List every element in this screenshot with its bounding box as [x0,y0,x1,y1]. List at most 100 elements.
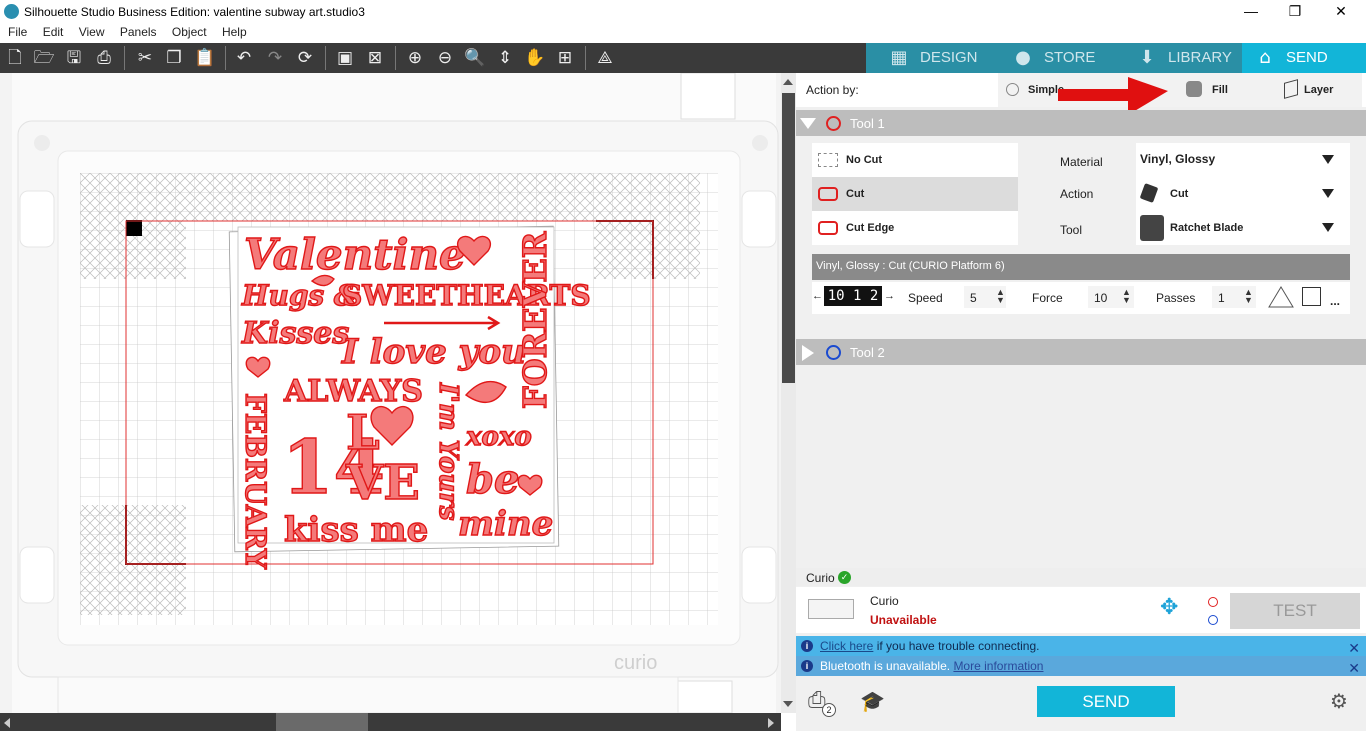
click-here-link[interactable]: Click here [820,639,873,653]
material-select[interactable]: Vinyl, Glossy [1136,143,1350,177]
horizontal-scrollbar[interactable] [0,713,781,731]
stepper-icon[interactable]: ▲ ▼ [996,288,1005,305]
new-file-icon[interactable]: 🗋 [4,47,26,69]
send-icon: ⌂ [1259,47,1271,68]
design-word: Kisses [241,316,349,351]
toolbar: 🗋 🗁 🖫 ⎙ ✂ ❐ 📋 ↶ ↷ ⟳ ▣ ⊠ ⊕ ⊖ 🔍 ⇕ ✋ ⊞ ⟁ [0,43,866,73]
device-row[interactable]: Curio Unavailable ✥ TEST [796,587,1366,633]
tool1-header[interactable]: Tool 1 [796,110,1366,136]
valentine-design[interactable]: Valentine Hugs & Kisses SWEETHEARTS I lo… [238,229,591,570]
menu-help[interactable]: Help [222,24,247,41]
fit-page-icon[interactable]: ⇕ [494,47,516,69]
tab-design[interactable]: ▦ DESIGN [876,43,1000,73]
scroll-right-icon[interactable] [768,718,774,728]
undo-icon[interactable]: ↶ [233,47,255,69]
ungroup-icon[interactable]: ⊠ [364,47,386,69]
speed-input[interactable]: 5 ▲ ▼ [964,286,1006,308]
save-icon[interactable]: 🖫 [63,47,85,69]
action-label: Action [1060,187,1094,201]
expand-icon[interactable] [802,345,814,361]
action-mode-fill[interactable]: Fill [1212,84,1228,96]
group-icon[interactable]: ▣ [334,47,356,69]
tab-send[interactable]: ⌂ SEND [1242,43,1366,73]
cut-options: No Cut Cut Cut Edge [812,143,1018,245]
option-cut[interactable]: Cut [812,177,1018,211]
blade-action-icon [1139,183,1159,203]
tab-library[interactable]: ⬇ LIBRARY [1124,43,1242,73]
menu-object[interactable]: Object [172,24,207,41]
send-panel: Action by: Simple Fill Layer Tool 1 No C… [796,73,1366,731]
fill-icon [1186,81,1202,97]
tool-label: Tool [1060,223,1083,237]
settings-summary: Vinyl, Glossy : Cut (CURIO Platform 6) [812,254,1350,280]
design-word: Valentine [244,230,466,279]
test-button[interactable]: TEST [1230,593,1360,629]
action-select[interactable]: Cut [1136,177,1350,211]
arrow-right-icon[interactable]: → [884,290,895,302]
simple-radio[interactable] [1006,83,1019,96]
grid-icon: ▦ [890,47,908,68]
action-mode-layer[interactable]: Layer [1304,84,1333,96]
triangle-icon[interactable] [1268,286,1294,308]
fit-to-page-icon[interactable]: ⊞ [554,47,576,69]
menu-panels[interactable]: Panels [120,24,157,41]
stepper-icon[interactable]: ▲ ▼ [1244,288,1253,305]
print-icon[interactable]: ⎙ [93,47,115,69]
arrow-left-icon[interactable]: ← [812,290,823,302]
horizontal-scroll-thumb[interactable] [276,713,368,731]
cut-parameters: ← 10 1 2 → Speed 5 ▲ ▼ Force 10 ▲ ▼ Passes… [812,282,1350,314]
close-icon[interactable]: ✕ [1348,658,1360,678]
menu-edit[interactable]: Edit [43,24,64,41]
cut-icon[interactable]: ✂ [134,47,156,69]
library-icon: ⬇ [1139,47,1155,68]
design-word: VE [345,455,420,511]
refresh-icon[interactable]: ⟳ [294,47,316,69]
send-button[interactable]: SEND [1037,686,1175,717]
option-no-cut[interactable]: No Cut [812,143,1018,177]
tool2-header[interactable]: Tool 2 [796,339,1366,365]
tab-store[interactable]: ● STORE [1000,43,1124,73]
scroll-left-icon[interactable] [4,718,10,728]
blade-depth-display[interactable]: 10 1 2 [824,286,882,306]
design-word: FEBRUARY [239,393,272,570]
move-arrows-icon[interactable]: ✥ [1160,595,1178,620]
vertical-scrollbar[interactable] [781,73,796,713]
more-options[interactable]: ... [1330,294,1340,308]
pan-hand-icon[interactable]: ✋ [524,47,546,69]
scroll-down-icon[interactable] [783,701,793,707]
close-icon[interactable]: ✕ [1348,638,1360,658]
tool1-color-icon [826,116,841,131]
restore-button[interactable]: ❐ [1272,0,1318,24]
zoom-select-icon[interactable]: 🔍 [464,47,486,69]
chevron-down-icon [1322,189,1334,198]
cut-edge-icon [818,221,838,235]
passes-input[interactable]: 1 ▲ ▼ [1212,286,1256,308]
stepper-icon[interactable]: ▲ ▼ [1122,288,1131,305]
silhouette-s-icon: ● [1015,47,1031,68]
zoom-in-icon[interactable]: ⊕ [404,47,426,69]
cutting-mat-view[interactable]: Valentine Hugs & Kisses SWEETHEARTS I lo… [0,73,781,713]
more-information-link[interactable]: More information [953,659,1043,673]
collapse-icon[interactable] [800,118,816,129]
info-bar-connection: i Click here if you have trouble connect… [796,636,1366,656]
option-cut-edge[interactable]: Cut Edge [812,211,1018,245]
design-canvas[interactable]: Valentine Hugs & Kisses SWEETHEARTS I lo… [0,73,781,713]
zoom-out-icon[interactable]: ⊖ [434,47,456,69]
minimize-button[interactable]: — [1228,0,1274,24]
copy-icon[interactable]: ❐ [163,47,185,69]
graduation-cap-icon[interactable]: 🎓 [860,689,888,713]
menu-view[interactable]: View [79,24,105,41]
force-input[interactable]: 10 ▲ ▼ [1088,286,1134,308]
scroll-up-icon[interactable] [783,79,793,85]
square-icon[interactable] [1302,287,1321,306]
trace-icon[interactable]: ⟁ [594,47,616,69]
vertical-scroll-thumb[interactable] [782,93,795,383]
action-by-row: Action by: Simple Fill Layer [796,73,1366,115]
paste-icon[interactable]: 📋 [194,47,216,69]
close-button[interactable]: ✕ [1318,0,1364,24]
redo-icon[interactable]: ↷ [264,47,286,69]
tool-select[interactable]: Ratchet Blade [1136,211,1350,245]
gear-icon[interactable]: ⚙ [1330,690,1352,712]
menu-file[interactable]: File [8,24,27,41]
open-folder-icon[interactable]: 🗁 [33,47,55,69]
